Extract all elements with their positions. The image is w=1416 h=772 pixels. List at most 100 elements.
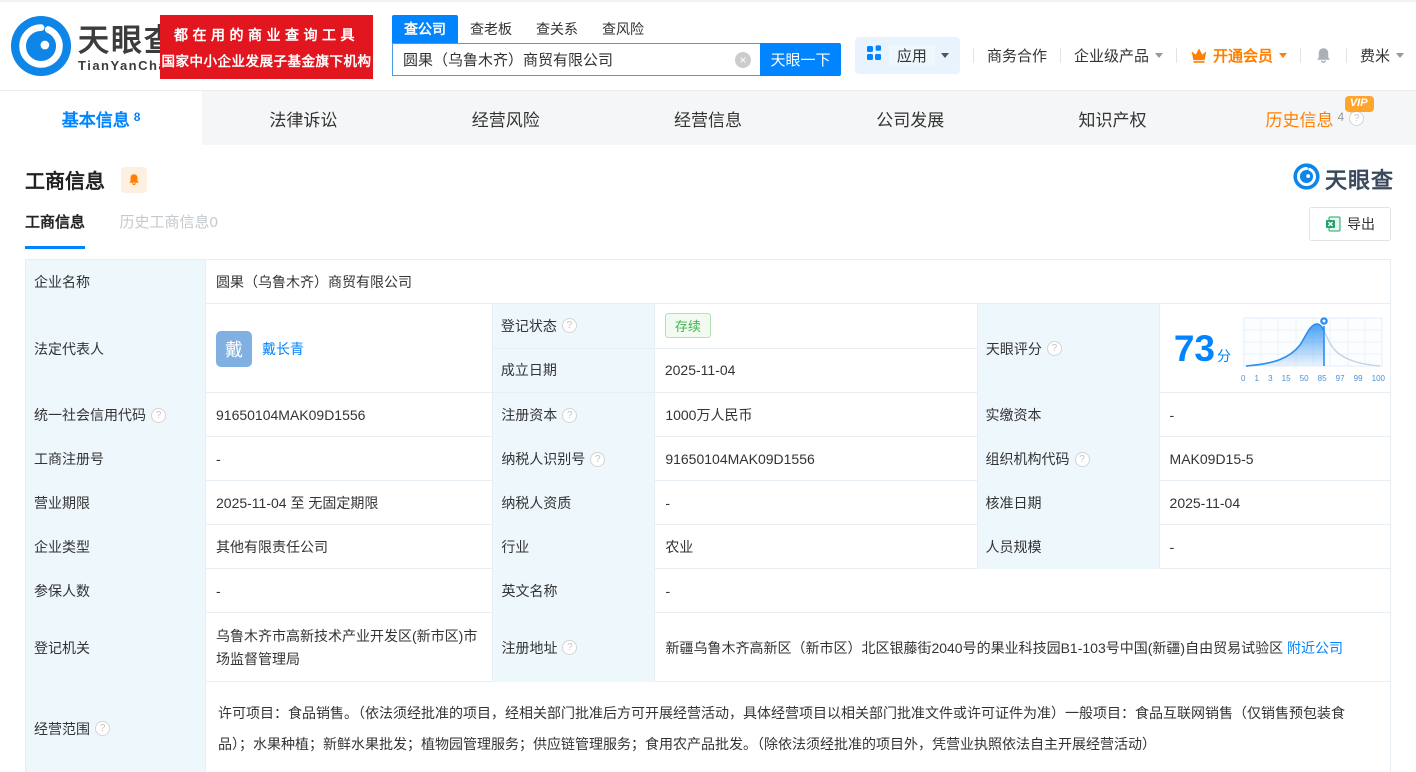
- subtab-history-registration[interactable]: 历史工商信息0: [119, 211, 217, 246]
- insured-count-value: -: [206, 569, 494, 613]
- table-row: 登记机关 乌鲁木齐市高新技术产业开发区(新市区)市场监督管理局 注册地址 新疆乌…: [26, 613, 1390, 682]
- apps-menu[interactable]: 应用: [854, 36, 960, 74]
- field-label: 登记机关: [26, 613, 206, 682]
- help-icon[interactable]: [562, 407, 578, 423]
- tick: 99: [1353, 374, 1363, 383]
- help-icon[interactable]: [1046, 341, 1062, 356]
- field-label-wrap: 登记状态: [492, 304, 655, 348]
- company-name-value: 圆果（乌鲁木齐）商贸有限公司: [216, 274, 412, 290]
- field-label-wrap: 注册资本: [493, 393, 656, 437]
- search-tab-risk[interactable]: 查风险: [590, 15, 656, 43]
- tab-label: 公司发展: [876, 110, 945, 130]
- business-registration-table: 企业名称 圆果（乌鲁木齐）商贸有限公司 法定代表人 戴 戴长青 登记状态 存续: [25, 259, 1391, 772]
- field-label: 行业: [493, 525, 656, 569]
- approval-date-value: 2025-11-04: [1169, 495, 1241, 511]
- english-name-value: -: [665, 583, 671, 599]
- user-menu[interactable]: 费米: [1360, 45, 1404, 66]
- tick: 3: [1268, 374, 1273, 383]
- divider: [1175, 47, 1177, 63]
- clear-search-icon[interactable]: [735, 52, 751, 68]
- search-button[interactable]: 天眼一下: [760, 43, 841, 76]
- field-label-wrap: 统一社会信用代码: [26, 393, 206, 437]
- export-button[interactable]: 导出: [1309, 207, 1391, 241]
- field-label: 核准日期: [977, 481, 1160, 525]
- taxpayer-id-value: 91650104MAK09D1556: [655, 437, 978, 481]
- tab-label: 基本信息: [61, 110, 130, 130]
- notification-bell-icon[interactable]: [1314, 45, 1333, 65]
- score-value: 73: [1173, 328, 1215, 369]
- help-icon[interactable]: [561, 318, 577, 334]
- status-date-subtable: 登记状态 存续 成立日期 2025-11-04: [492, 304, 978, 392]
- search-tab-relation[interactable]: 查关系: [524, 15, 590, 43]
- tab-company-development[interactable]: 公司发展: [809, 91, 1011, 145]
- help-icon[interactable]: [590, 451, 606, 467]
- search-box: 天眼一下: [392, 43, 841, 76]
- help-icon[interactable]: [151, 407, 166, 423]
- org-code-value: MAK09D15-5: [1169, 451, 1254, 467]
- field-label: 实缴资本: [977, 393, 1160, 437]
- tab-legal-proceedings[interactable]: 法律诉讼: [202, 91, 404, 145]
- reg-authority-value: 乌鲁木齐市高新技术产业开发区(新市区)市场监督管理局: [206, 613, 494, 682]
- field-label-wrap: 纳税人识别号: [493, 437, 656, 481]
- field-label: 工商注册号: [26, 437, 206, 481]
- field-label: 纳税人识别号: [501, 451, 586, 467]
- legal-rep-cell: 戴 戴长青: [206, 304, 493, 393]
- subtabs-bar: 工商信息 历史工商信息0 导出: [25, 207, 1391, 253]
- field-label: 英文名称: [493, 569, 656, 613]
- field-label-wrap: 经营范围: [26, 682, 206, 772]
- divider: [972, 47, 974, 63]
- chevron-down-icon: [1154, 53, 1163, 62]
- menu-open-vip[interactable]: 开通会员: [1190, 45, 1287, 66]
- company-nav-tabs: 基本信息 8 法律诉讼 经营风险 经营信息 公司发展 知识产权 历史信息 4 V…: [0, 90, 1416, 145]
- field-label: 注册资本: [501, 407, 558, 423]
- search-tabs: 查公司 查老板 查关系 查风险: [392, 15, 841, 43]
- menu-enterprise[interactable]: 企业级产品: [1074, 45, 1163, 66]
- legal-rep-link[interactable]: 戴长青: [262, 339, 304, 359]
- business-scope-value: 许可项目：食品销售。（依法须经批准的项目，经相关部门批准后方可开展经营活动，具体…: [218, 704, 1345, 752]
- field-label: 天眼评分: [985, 340, 1042, 357]
- help-icon[interactable]: [562, 640, 578, 655]
- reg-number-value: -: [206, 437, 494, 481]
- tab-basic-info[interactable]: 基本信息 8: [0, 91, 203, 145]
- tab-business-info[interactable]: 经营信息: [607, 91, 809, 145]
- slogan-line2: 国家中小企业发展子基金旗下机构: [161, 53, 372, 69]
- search-tab-company[interactable]: 查公司: [392, 15, 458, 43]
- tick: 85: [1317, 374, 1327, 383]
- tianyancha-logo-icon: [10, 15, 72, 82]
- tab-operational-risk[interactable]: 经营风险: [405, 91, 607, 145]
- watermark-logo: 天眼查: [1293, 163, 1394, 195]
- avatar[interactable]: 戴: [216, 330, 252, 367]
- menu-cooperation[interactable]: 商务合作: [987, 45, 1047, 66]
- chart-x-axis-ticks: 0 1 3 15 50 85 97 99 100: [1240, 374, 1386, 383]
- subrow-reg-status: 登记状态 存续: [492, 304, 977, 349]
- score-unit: 分: [1217, 347, 1231, 364]
- help-icon[interactable]: [1074, 451, 1090, 467]
- status-badge: 存续: [664, 313, 711, 339]
- tick: 100: [1371, 374, 1385, 383]
- username: 费米: [1359, 47, 1390, 65]
- table-row: 工商注册号 - 纳税人识别号 91650104MAK09D1556 组织机构代码…: [26, 437, 1390, 481]
- industry-value: 农业: [655, 525, 978, 569]
- tick: 1: [1254, 374, 1259, 383]
- search-tab-boss[interactable]: 查老板: [458, 15, 524, 43]
- subscribe-bell-icon[interactable]: [121, 166, 148, 193]
- watermark-text: 天眼查: [1324, 168, 1394, 193]
- tab-intellectual-property[interactable]: 知识产权: [1011, 91, 1213, 145]
- field-label: 纳税人资质: [493, 481, 656, 525]
- nearby-companies-link[interactable]: 附近公司: [1287, 640, 1343, 656]
- tianyancha-company-page: 天眼查 TianYanCha.com 都在用的商业查询工具 国家中小企业发展子基…: [0, 0, 1416, 772]
- business-term-value: 2025-11-04 至 无固定期限: [206, 481, 494, 525]
- slogan-banner: 都在用的商业查询工具 国家中小企业发展子基金旗下机构: [160, 15, 373, 79]
- score-cell: 73 分 0 1 3 15 50 85 97 99 100: [1160, 304, 1390, 393]
- tick: 15: [1281, 374, 1291, 383]
- establish-date-value: 2025-11-04: [664, 362, 736, 379]
- subtab-business-registration[interactable]: 工商信息: [25, 211, 86, 249]
- help-icon[interactable]: [95, 721, 110, 736]
- tianyancha-logo-icon: [1293, 163, 1320, 195]
- subrow-establish-date: 成立日期 2025-11-04: [492, 348, 977, 392]
- score-distribution-chart[interactable]: 0 1 3 15 50 85 97 99 100: [1240, 314, 1386, 383]
- tab-history-info[interactable]: 历史信息 4 VIP: [1214, 91, 1416, 145]
- search-input[interactable]: [393, 44, 760, 75]
- reg-address-value: 新疆乌鲁木齐高新区（新市区）北区银藤街2040号的果业科技园B1-103号中国(…: [665, 635, 1343, 661]
- divider: [1059, 47, 1061, 63]
